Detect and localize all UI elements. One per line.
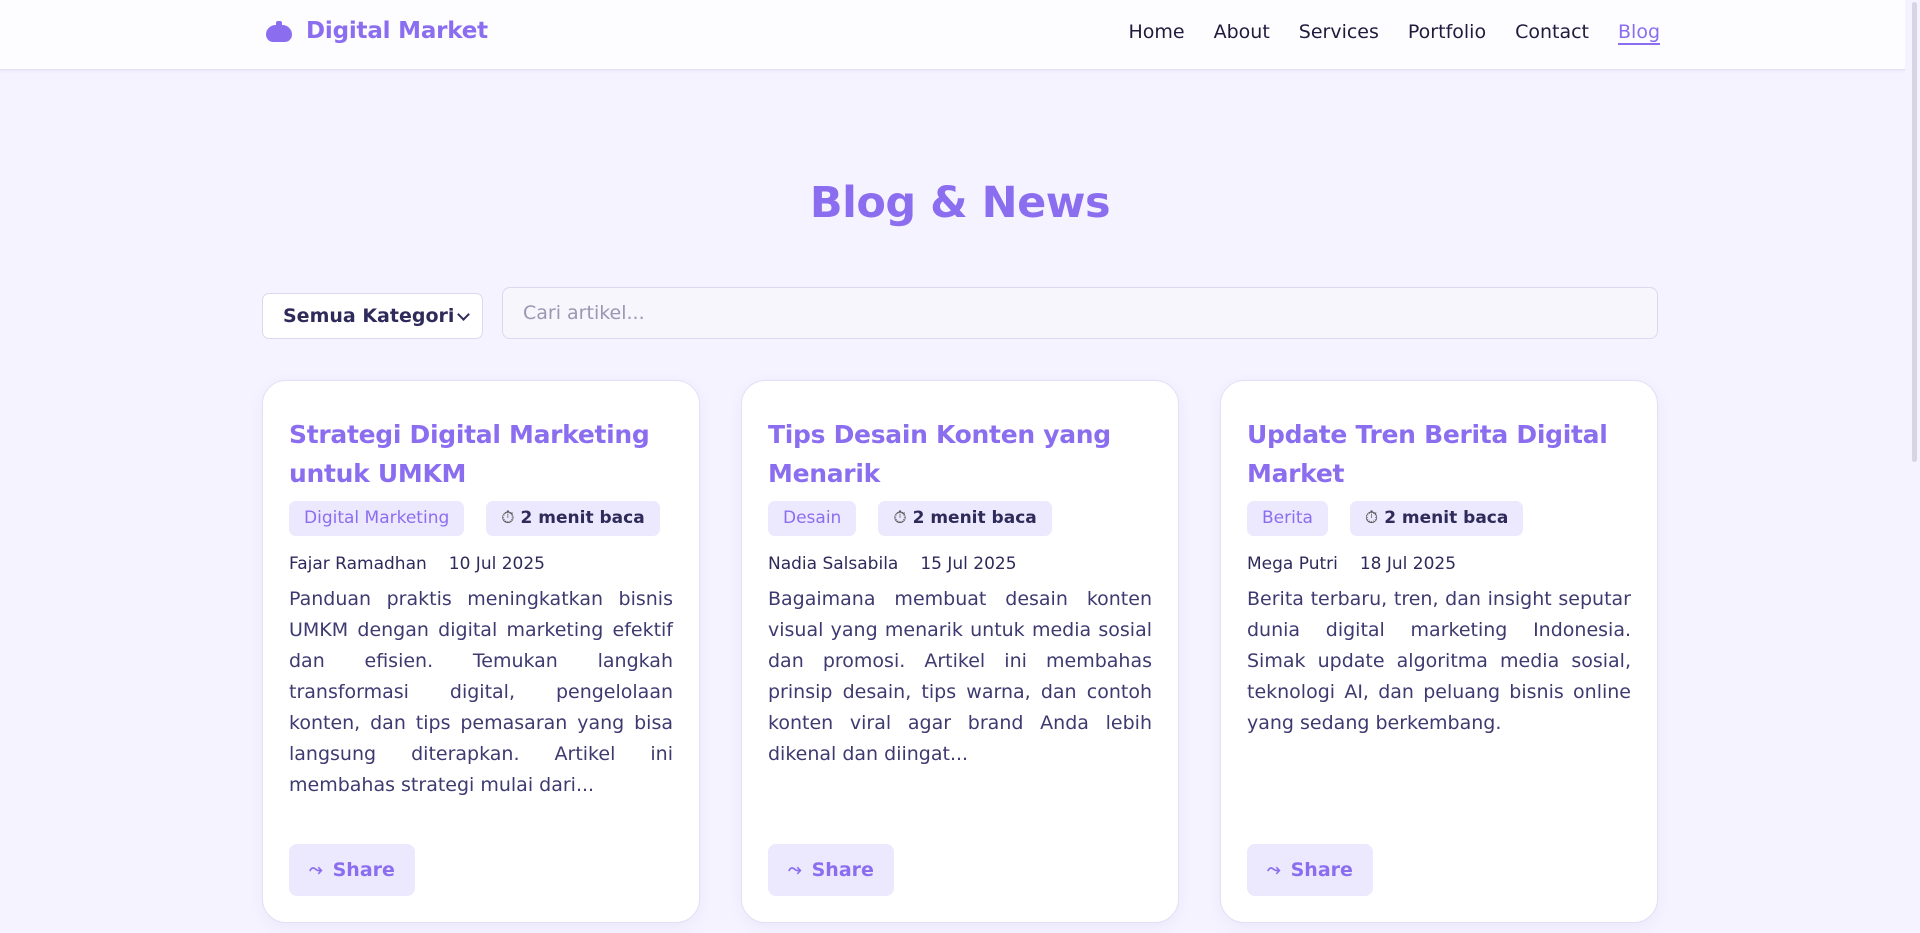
page-title: Blog & News: [809, 178, 1111, 228]
share-button[interactable]: ⤳ Share: [289, 844, 415, 896]
nav-portfolio[interactable]: Portfolio: [1408, 21, 1486, 43]
stopwatch-icon: ⏱: [1364, 508, 1379, 528]
article-date: 15 Jul 2025: [920, 554, 1017, 574]
site-header: Digital Market Home About Services Portf…: [0, 0, 1920, 70]
scrollbar-thumb[interactable]: [1912, 2, 1917, 462]
main-nav: Home About Services Portfolio Contact Bl…: [1128, 21, 1660, 43]
article-excerpt: Berita terbaru, tren, dan insight seputa…: [1247, 588, 1631, 734]
article-title[interactable]: Update Tren Berita Digital Market: [1247, 415, 1631, 493]
share-label: Share: [332, 859, 395, 881]
chevron-down-icon: [457, 307, 470, 321]
article-tags: Berita ⏱ 2 menit baca: [1247, 501, 1631, 536]
article-meta: Fajar Ramadhan 10 Jul 2025: [289, 554, 673, 574]
article-author: Nadia Salsabila: [768, 554, 899, 574]
share-label: Share: [811, 859, 874, 881]
page-scrollbar[interactable]: [1905, 0, 1920, 933]
category-badge: Digital Marketing: [289, 501, 465, 536]
article-card: Strategi Digital Marketing untuk UMKM Di…: [262, 380, 700, 923]
read-time-badge: ⏱ 2 menit baca: [1349, 501, 1524, 536]
article-tags: Digital Marketing ⏱ 2 menit baca: [289, 501, 673, 536]
stopwatch-icon: ⏱: [893, 508, 907, 528]
article-excerpt: Bagaimana membuat desain konten visual y…: [768, 588, 1152, 765]
share-icon: ⤳: [309, 860, 323, 880]
article-date: 10 Jul 2025: [448, 554, 545, 574]
article-meta: Nadia Salsabila 15 Jul 2025: [768, 554, 1152, 574]
read-time-badge: ⏱ 2 menit baca: [486, 501, 660, 536]
stopwatch-icon: ⏱: [501, 508, 515, 528]
article-card: Update Tren Berita Digital Market Berita…: [1220, 380, 1658, 923]
article-excerpt: Panduan praktis meningkatkan bisnis UMKM…: [289, 588, 673, 796]
nav-about[interactable]: About: [1214, 21, 1270, 43]
share-button[interactable]: ⤳ Share: [1247, 844, 1373, 896]
article-author: Mega Putri: [1247, 554, 1338, 574]
share-button[interactable]: ⤳ Share: [768, 844, 894, 896]
nav-home[interactable]: Home: [1128, 21, 1184, 43]
brand-name: Digital Market: [306, 18, 488, 44]
read-time-badge: ⏱ 2 menit baca: [878, 501, 1052, 536]
category-select[interactable]: Semua Kategori: [262, 293, 483, 339]
share-label: Share: [1290, 859, 1353, 881]
search-input[interactable]: [502, 287, 1658, 339]
article-title[interactable]: Tips Desain Konten yang Menarik: [768, 415, 1152, 493]
category-badge: Desain: [768, 501, 857, 536]
article-tags: Desain ⏱ 2 menit baca: [768, 501, 1152, 536]
category-badge: Berita: [1247, 501, 1328, 536]
article-author: Fajar Ramadhan: [289, 554, 427, 574]
hat-icon: [264, 20, 294, 42]
share-icon: ⤳: [1267, 860, 1281, 880]
brand-logo[interactable]: Digital Market: [264, 18, 488, 44]
category-select-value: Semua Kategori: [283, 305, 455, 327]
nav-blog[interactable]: Blog: [1618, 21, 1660, 43]
read-time-label: 2 menit baca: [1384, 508, 1509, 528]
article-card: Tips Desain Konten yang Menarik Desain ⏱…: [741, 380, 1179, 923]
read-time-label: 2 menit baca: [520, 508, 645, 528]
nav-contact[interactable]: Contact: [1515, 21, 1589, 43]
article-meta: Mega Putri 18 Jul 2025: [1247, 554, 1631, 574]
nav-services[interactable]: Services: [1299, 21, 1379, 43]
share-icon: ⤳: [788, 860, 802, 880]
article-date: 18 Jul 2025: [1359, 554, 1457, 574]
article-title[interactable]: Strategi Digital Marketing untuk UMKM: [289, 415, 673, 493]
read-time-label: 2 menit baca: [912, 508, 1037, 528]
